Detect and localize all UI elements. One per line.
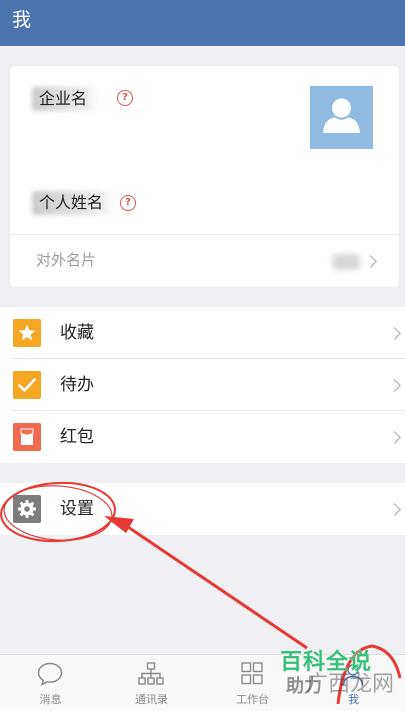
bottom-tab-bar: 消息 通讯录 工作台 我	[0, 654, 405, 711]
person-help-icon[interactable]: ?	[120, 195, 136, 211]
company-help-icon[interactable]: ?	[117, 90, 133, 106]
menu-item-todo[interactable]: 待办	[0, 359, 405, 411]
star-icon	[13, 319, 41, 347]
qr-code-icon	[332, 254, 360, 270]
company-name-label: 企业名	[32, 87, 99, 111]
chevron-right-icon	[388, 327, 401, 340]
menu-label-settings: 设置	[60, 499, 94, 519]
tab-label-me: 我	[348, 693, 359, 706]
tab-label-workbench: 工作台	[236, 693, 269, 706]
menu-label-favorites: 收藏	[60, 323, 94, 343]
chevron-right-icon	[388, 503, 401, 516]
page-title: 我	[12, 9, 32, 31]
tab-contacts[interactable]: 通讯录	[101, 655, 202, 711]
chat-bubble-icon	[37, 662, 63, 687]
me-icon	[342, 664, 364, 686]
tab-messages[interactable]: 消息	[0, 655, 101, 711]
business-card-label: 对外名片	[36, 251, 97, 269]
avatar[interactable]	[310, 86, 373, 149]
chevron-right-icon	[364, 255, 377, 268]
tab-label-contacts: 通讯录	[135, 693, 168, 706]
menu-label-todo: 待办	[60, 375, 94, 395]
check-icon	[13, 371, 41, 399]
menu-item-settings[interactable]: 设置	[0, 483, 405, 535]
tab-me[interactable]: 我	[303, 655, 404, 711]
menu-group-settings: 设置	[0, 483, 405, 535]
chevron-right-icon	[388, 431, 401, 444]
business-card-row[interactable]: 对外名片	[10, 235, 399, 287]
menu-group-main: 收藏 待办 红包	[0, 307, 405, 463]
person-name-label: 个人姓名	[32, 191, 115, 215]
profile-card[interactable]: 企业名 ? 个人姓名 ? 对外名片	[10, 66, 399, 287]
app-header: 我	[0, 0, 405, 46]
company-name-row: 企业名	[32, 87, 99, 111]
person-name-row: 个人姓名	[32, 191, 115, 215]
tab-workbench[interactable]: 工作台	[202, 655, 303, 711]
gear-icon	[13, 495, 41, 523]
annotation-arrow	[104, 516, 308, 650]
tab-label-messages: 消息	[39, 693, 62, 706]
menu-item-red-envelope[interactable]: 红包	[0, 411, 405, 463]
org-chart-icon	[138, 662, 164, 685]
menu-item-favorites[interactable]: 收藏	[0, 307, 405, 359]
red-envelope-icon	[13, 423, 41, 451]
grid-icon	[241, 662, 263, 685]
default-avatar-icon	[323, 98, 360, 133]
chevron-right-icon	[388, 379, 401, 392]
menu-label-red-envelope: 红包	[60, 427, 94, 447]
